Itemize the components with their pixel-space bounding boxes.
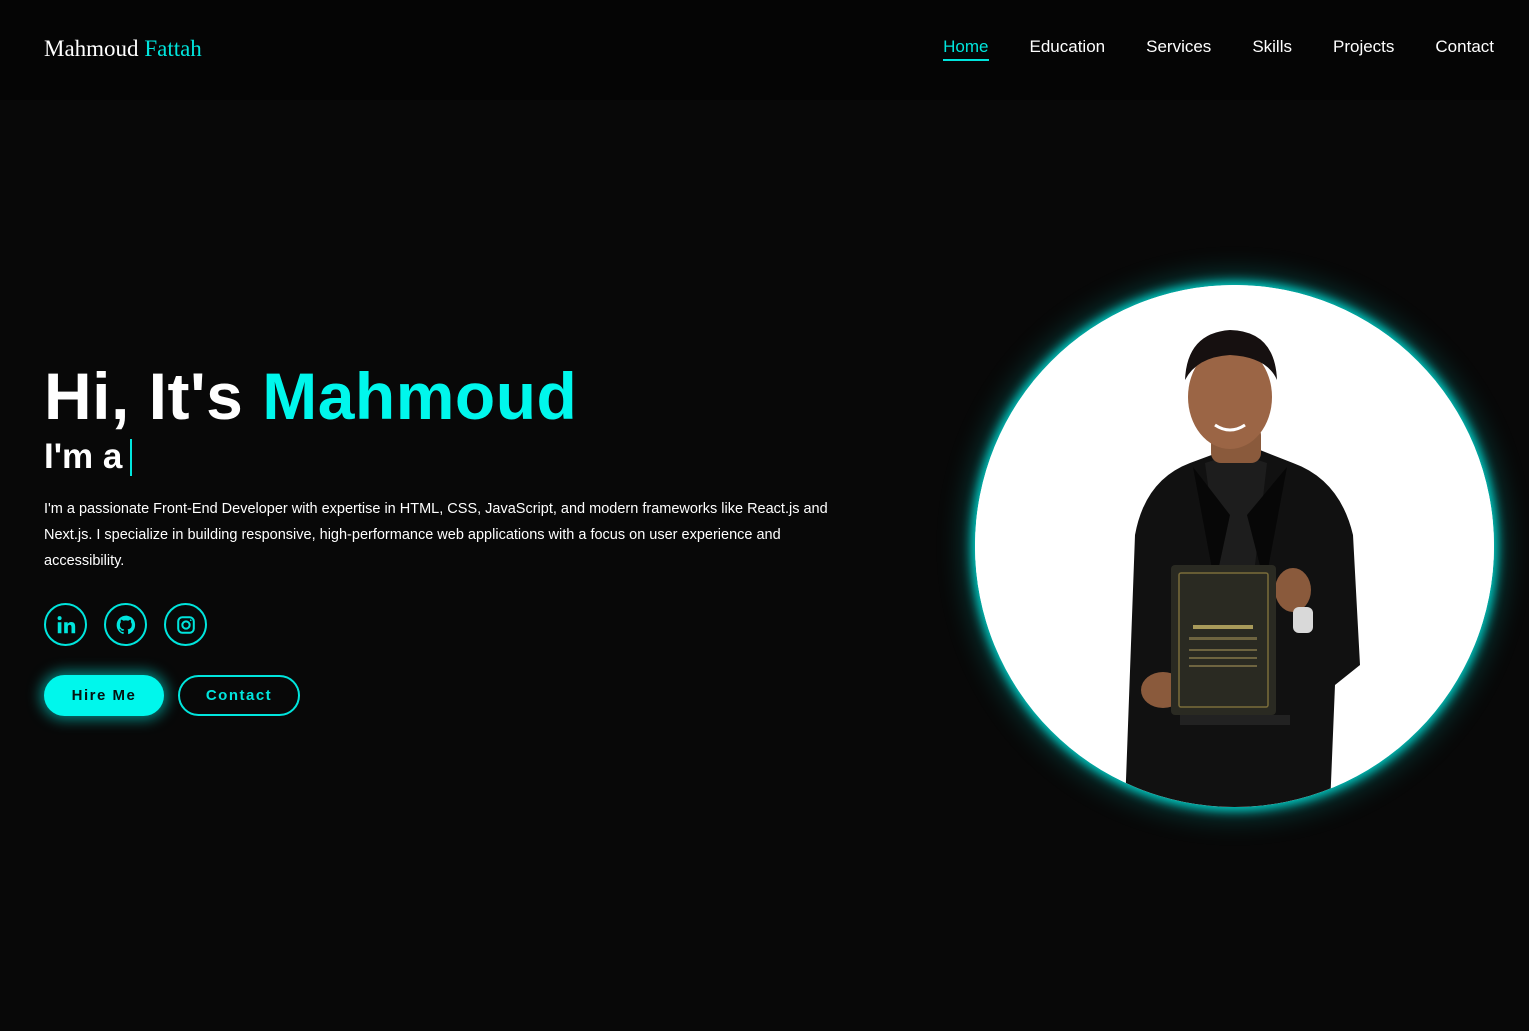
hero-title: Hi, It's Mahmoud [44, 358, 577, 434]
social-links [44, 603, 207, 646]
hero-name: Mahmoud [262, 359, 578, 433]
nav-home[interactable]: Home [943, 36, 989, 61]
logo-first-name: Mahmoud [44, 36, 139, 61]
main-nav: Home Education Services Skills Projects … [943, 36, 1494, 61]
logo-last-name: Fattah [144, 36, 202, 61]
hero-actions: Hire Me Contact [44, 675, 300, 716]
github-icon [116, 615, 135, 634]
hero-bio: I'm a passionate Front-End Developer wit… [44, 501, 828, 569]
portrait-illustration [975, 285, 1494, 807]
linkedin-link[interactable] [44, 603, 87, 646]
instagram-link[interactable] [164, 603, 207, 646]
site-header: Mahmoud Fattah Home Education Services S… [0, 0, 1529, 100]
nav-contact[interactable]: Contact [1435, 36, 1494, 58]
github-link[interactable] [104, 603, 147, 646]
hero-role: I'm a [44, 437, 133, 477]
hero-greeting: Hi, It's [44, 359, 244, 433]
hire-me-button[interactable]: Hire Me [44, 675, 164, 716]
nav-services[interactable]: Services [1146, 36, 1211, 58]
linkedin-icon [57, 615, 75, 633]
contact-button[interactable]: Contact [178, 675, 300, 716]
typing-caret [130, 438, 133, 476]
nav-education[interactable]: Education [1030, 36, 1106, 58]
instagram-icon [176, 615, 195, 634]
profile-photo [975, 285, 1494, 807]
role-prefix: I'm a [44, 437, 123, 476]
logo[interactable]: Mahmoud Fattah [44, 33, 202, 65]
nav-skills[interactable]: Skills [1252, 36, 1292, 58]
nav-projects[interactable]: Projects [1333, 36, 1394, 58]
